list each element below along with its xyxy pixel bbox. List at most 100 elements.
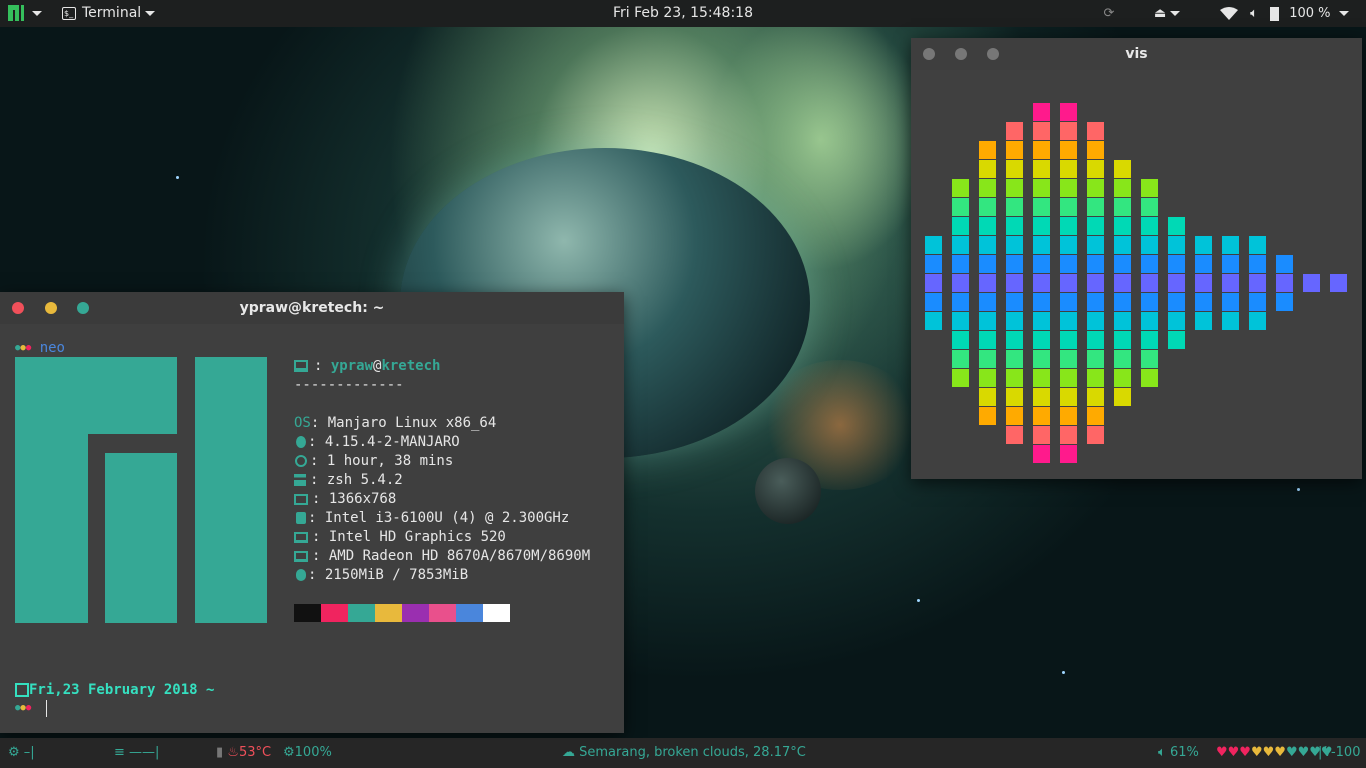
visualizer-cell [979,331,996,349]
computer-icon [294,360,308,372]
visualizer-cell [1168,331,1185,349]
cloud-icon: ☁ [562,745,575,760]
visualizer-cell [925,274,942,292]
minimize-button[interactable] [955,48,967,60]
weather-widget[interactable]: ☁ Semarang, broken clouds, 28.17°C [562,738,806,768]
visualizer-cell [1276,255,1293,273]
visualizer-cell [1006,407,1023,425]
visualizer-cell [925,236,942,254]
visualizer-cell [1033,369,1050,387]
visualizer-cell [1006,160,1023,178]
visualizer-cell [979,198,996,216]
visualizer-cell [1087,141,1104,159]
network-widget[interactable]: ⚙ –| [8,738,35,768]
terminal-window[interactable]: ypraw@kretech: ~ ●●● neo : ypraw@kretech… [0,292,624,733]
palette-swatch [375,604,402,622]
maximize-button[interactable] [77,302,89,314]
visualizer-cell [1033,236,1050,254]
visualizer-cell [1033,331,1050,349]
visualizer-cell [1114,350,1131,368]
volume-widget[interactable]: 🔈︎ 61% [1158,738,1199,768]
visualizer-cell [1141,198,1158,216]
visualizer-cell [1006,350,1023,368]
visualizer-cell [1006,179,1023,197]
visualizer-cell [1141,293,1158,311]
visualizer-cell [1168,255,1185,273]
visualizer-cell [979,388,996,406]
visualizer-cell [979,407,996,425]
volume-icon: 🔈︎ [1250,6,1258,21]
cursor [45,700,47,717]
visualizer-cell [1168,274,1185,292]
visualizer-cell [1060,350,1077,368]
minimize-button[interactable] [45,302,57,314]
visualizer-cell [1276,293,1293,311]
visualizer-cell [925,255,942,273]
visualizer-cell [1114,236,1131,254]
maximize-button[interactable] [987,48,999,60]
visualizer-cell [1060,103,1077,121]
eject-menu[interactable]: ⏏ [1154,0,1181,27]
close-button[interactable] [923,48,935,60]
visualizer-cell [1114,388,1131,406]
brightness-widget[interactable]: |ϟ-100 [1318,738,1360,768]
visualizer-cell [1141,274,1158,292]
info-gpu-2: : AMD Radeon HD 8670A/8670M/8690M [294,547,590,566]
visualizer-cell [979,141,996,159]
prompt-dots-icon: ●●● [15,343,32,353]
visualizer-cell [1087,122,1104,140]
visualizer-cell [1141,312,1158,330]
cpu-temp-widget[interactable]: ▮ ♨53°C [216,738,271,768]
clock-icon [295,455,307,467]
visualizer-cell [1168,217,1185,235]
laptop-icon [294,550,308,562]
visualizer-cell [1087,312,1104,330]
palette-swatch [348,604,375,622]
palette-swatch [321,604,348,622]
visualizer-cell [1222,236,1239,254]
visualizer-cell [952,255,969,273]
cpu-load-widget[interactable]: ⚙100% [283,738,332,768]
visualizer-cell [952,350,969,368]
memory-widget[interactable]: ≡ ——| [114,738,159,768]
heart-icon: ♥♥♥ [1216,745,1251,760]
visualizer-cell [1060,236,1077,254]
visualizer-cell [1006,122,1023,140]
visualizer-cell [1087,160,1104,178]
vis-titlebar[interactable]: vis [911,38,1362,70]
monitor-icon [294,493,308,505]
visualizer-cell [1195,293,1212,311]
visualizer-cell [1033,198,1050,216]
bottom-panel: ⚙ –| ≡ ——| ▮ ♨53°C ⚙100% ☁ Semarang, bro… [0,738,1366,768]
visualizer-cell [1006,274,1023,292]
visualizer-cell [952,369,969,387]
terminal-titlebar[interactable]: ypraw@kretech: ~ [0,292,624,324]
visualizer-cell [1195,274,1212,292]
visualizer-cell [1087,388,1104,406]
memory-graph-icon: ——| [129,745,160,760]
visualizer-cell [1249,293,1266,311]
user-host-line: : ypraw@kretech [294,357,440,376]
visualizer-cell [952,312,969,330]
visualizer-cell [1060,179,1077,197]
system-menu[interactable]: 🔈︎ 100 % [1220,0,1349,27]
cog-icon: ⚙ [283,745,295,760]
visualizer-cell [1060,141,1077,159]
visualizer-cell [1087,293,1104,311]
wallpaper-star [917,599,920,602]
calendar-icon [15,683,29,697]
fire-icon: ♨ [227,745,239,760]
visualizer-cell [1087,255,1104,273]
input-prompt[interactable]: ●●● [15,699,47,718]
visualizer-cell [1033,255,1050,273]
visualizer-cell [1033,217,1050,235]
volume-icon: 🔈︎ [1158,745,1166,760]
visualizer-cell [1033,103,1050,121]
close-button[interactable] [12,302,24,314]
info-memory: : 2150MiB / 7853MiB [294,566,468,585]
visualizer-cell [1087,217,1104,235]
battery-hearts[interactable]: ♥♥♥♥♥♥♥♥♥♥ [1216,738,1333,768]
visualizer-cell [1087,198,1104,216]
vis-window[interactable]: vis [911,38,1362,479]
sync-icon[interactable]: ⟳ [1100,0,1118,27]
